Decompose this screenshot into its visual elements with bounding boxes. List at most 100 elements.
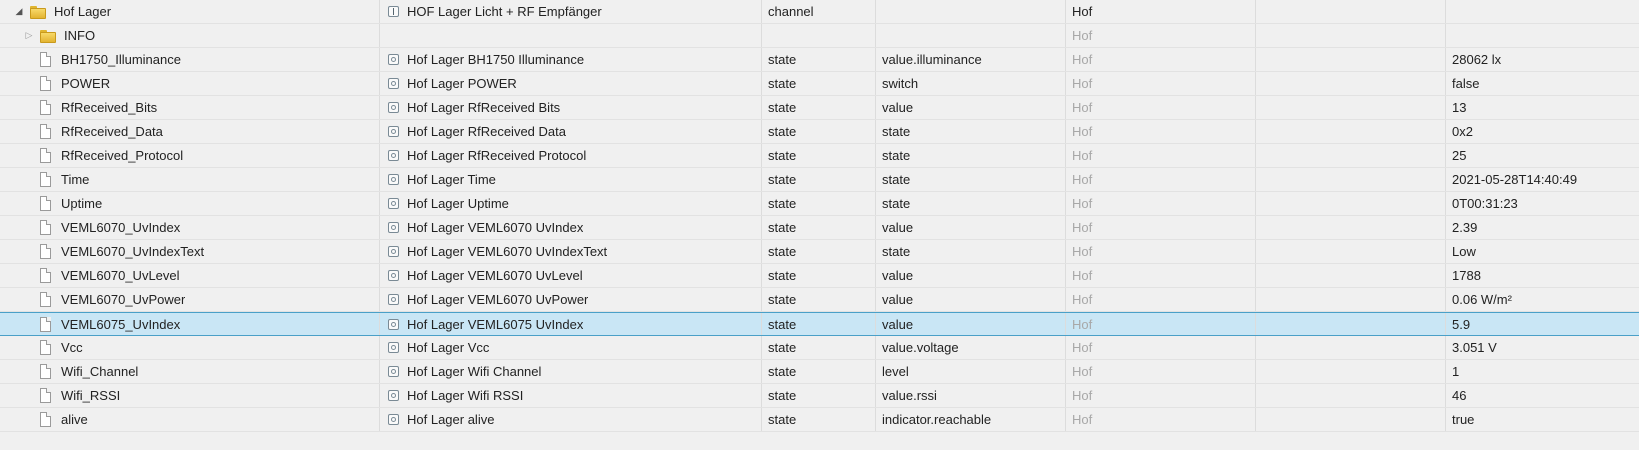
state-icon xyxy=(388,222,399,233)
function-cell xyxy=(1256,0,1446,23)
value-cell[interactable]: 0.06 W/m² xyxy=(1446,288,1639,311)
value-cell[interactable]: true xyxy=(1446,408,1639,431)
file-icon xyxy=(40,364,51,379)
room-cell: Hof xyxy=(1066,313,1256,335)
table-row[interactable]: Time Hof Lager Time state state Hof 2021… xyxy=(0,168,1639,192)
role-cell: level xyxy=(876,360,1066,383)
value-cell[interactable]: 13 xyxy=(1446,96,1639,119)
state-icon xyxy=(388,342,399,353)
role-cell: state xyxy=(876,120,1066,143)
table-row[interactable]: Uptime Hof Lager Uptime state state Hof … xyxy=(0,192,1639,216)
object-id: RfReceived_Protocol xyxy=(61,148,184,163)
file-icon xyxy=(40,220,51,235)
table-row[interactable]: BH1750_Illuminance Hof Lager BH1750 Illu… xyxy=(0,48,1639,72)
value-cell[interactable]: 1 xyxy=(1446,360,1639,383)
value-cell[interactable]: 2.39 xyxy=(1446,216,1639,239)
id-cell: ▷ INFO xyxy=(0,24,380,47)
object-id: Wifi_Channel xyxy=(61,364,139,379)
type-cell: state xyxy=(762,384,876,407)
function-cell xyxy=(1256,48,1446,71)
table-row[interactable]: ◢ Hof Lager HOF Lager Licht + RF Empfäng… xyxy=(0,0,1639,24)
object-id: VEML6075_UvIndex xyxy=(61,316,181,332)
value-cell[interactable]: 0x2 xyxy=(1446,120,1639,143)
room-cell: Hof xyxy=(1066,144,1256,167)
object-name: Hof Lager Wifi Channel xyxy=(407,364,542,379)
room-cell: Hof xyxy=(1066,24,1256,47)
table-row[interactable]: RfReceived_Bits Hof Lager RfReceived Bit… xyxy=(0,96,1639,120)
table-row-selected[interactable]: VEML6075_UvIndex Hof Lager VEML6075 UvIn… xyxy=(0,312,1639,336)
id-cell: VEML6070_UvIndex xyxy=(0,216,380,239)
state-icon xyxy=(388,78,399,89)
state-icon xyxy=(388,126,399,137)
value-cell[interactable]: Low xyxy=(1446,240,1639,263)
value-cell[interactable]: 0T00:31:23 xyxy=(1446,192,1639,215)
object-id: Vcc xyxy=(61,340,83,355)
room-cell: Hof xyxy=(1066,240,1256,263)
function-cell xyxy=(1256,192,1446,215)
folder-icon xyxy=(30,5,46,19)
role-cell xyxy=(876,0,1066,23)
room-cell: Hof xyxy=(1066,0,1256,23)
value-cell[interactable]: false xyxy=(1446,72,1639,95)
object-name: Hof Lager VEML6070 UvPower xyxy=(407,292,589,307)
id-cell: Time xyxy=(0,168,380,191)
role-cell: value.illuminance xyxy=(876,48,1066,71)
value-cell[interactable]: 1788 xyxy=(1446,264,1639,287)
triangle-right-icon[interactable]: ▷ xyxy=(22,30,36,41)
value-cell[interactable]: 25 xyxy=(1446,144,1639,167)
object-name: HOF Lager Licht + RF Empfänger xyxy=(407,4,602,19)
type-cell: state xyxy=(762,72,876,95)
object-id: VEML6070_UvPower xyxy=(61,292,186,307)
table-row[interactable]: ▷ INFO Hof xyxy=(0,24,1639,48)
object-name: Hof Lager RfReceived Bits xyxy=(407,100,561,115)
id-cell: VEML6070_UvIndexText xyxy=(0,240,380,263)
name-cell: Hof Lager VEML6075 UvIndex xyxy=(380,313,762,335)
value-cell xyxy=(1446,24,1639,47)
function-cell xyxy=(1256,336,1446,359)
value-cell[interactable]: 2021-05-28T14:40:49 xyxy=(1446,168,1639,191)
function-cell xyxy=(1256,144,1446,167)
table-row[interactable]: VEML6070_UvPower Hof Lager VEML6070 UvPo… xyxy=(0,288,1639,312)
type-cell: channel xyxy=(762,0,876,23)
function-cell xyxy=(1256,72,1446,95)
table-row[interactable]: Wifi_RSSI Hof Lager Wifi RSSI state valu… xyxy=(0,384,1639,408)
object-id: Wifi_RSSI xyxy=(61,388,121,403)
id-cell: RfReceived_Protocol xyxy=(0,144,380,167)
name-cell: Hof Lager RfReceived Bits xyxy=(380,96,762,119)
name-cell: Hof Lager VEML6070 UvIndexText xyxy=(380,240,762,263)
value-cell[interactable]: 3.051 V xyxy=(1446,336,1639,359)
triangle-down-icon[interactable]: ◢ xyxy=(12,6,26,17)
table-row[interactable]: Wifi_Channel Hof Lager Wifi Channel stat… xyxy=(0,360,1639,384)
file-icon xyxy=(40,340,51,355)
room-cell: Hof xyxy=(1066,288,1256,311)
name-cell: Hof Lager VEML6070 UvLevel xyxy=(380,264,762,287)
file-icon xyxy=(40,196,51,211)
object-name: Hof Lager Wifi RSSI xyxy=(407,388,524,403)
object-id: alive xyxy=(61,412,88,427)
value-cell[interactable]: 46 xyxy=(1446,384,1639,407)
type-cell: state xyxy=(762,192,876,215)
state-icon xyxy=(388,294,399,305)
table-row[interactable]: RfReceived_Protocol Hof Lager RfReceived… xyxy=(0,144,1639,168)
table-row[interactable]: RfReceived_Data Hof Lager RfReceived Dat… xyxy=(0,120,1639,144)
name-cell: HOF Lager Licht + RF Empfänger xyxy=(380,0,762,23)
value-cell[interactable]: 28062 lx xyxy=(1446,48,1639,71)
table-row[interactable]: Vcc Hof Lager Vcc state value.voltage Ho… xyxy=(0,336,1639,360)
table-row[interactable]: VEML6070_UvLevel Hof Lager VEML6070 UvLe… xyxy=(0,264,1639,288)
table-row[interactable]: VEML6070_UvIndexText Hof Lager VEML6070 … xyxy=(0,240,1639,264)
table-row[interactable]: POWER Hof Lager POWER state switch Hof f… xyxy=(0,72,1639,96)
state-icon xyxy=(388,174,399,185)
id-cell: RfReceived_Bits xyxy=(0,96,380,119)
room-cell: Hof xyxy=(1066,216,1256,239)
table-row[interactable]: alive Hof Lager alive state indicator.re… xyxy=(0,408,1639,432)
name-cell: Hof Lager BH1750 Illuminance xyxy=(380,48,762,71)
role-cell: value xyxy=(876,264,1066,287)
value-cell[interactable]: 5.9 xyxy=(1446,313,1639,335)
object-name: Hof Lager VEML6070 UvIndexText xyxy=(407,244,608,259)
table-row[interactable]: VEML6070_UvIndex Hof Lager VEML6070 UvIn… xyxy=(0,216,1639,240)
folder-icon xyxy=(40,29,56,43)
function-cell xyxy=(1256,168,1446,191)
role-cell: state xyxy=(876,168,1066,191)
room-cell: Hof xyxy=(1066,408,1256,431)
role-cell: indicator.reachable xyxy=(876,408,1066,431)
